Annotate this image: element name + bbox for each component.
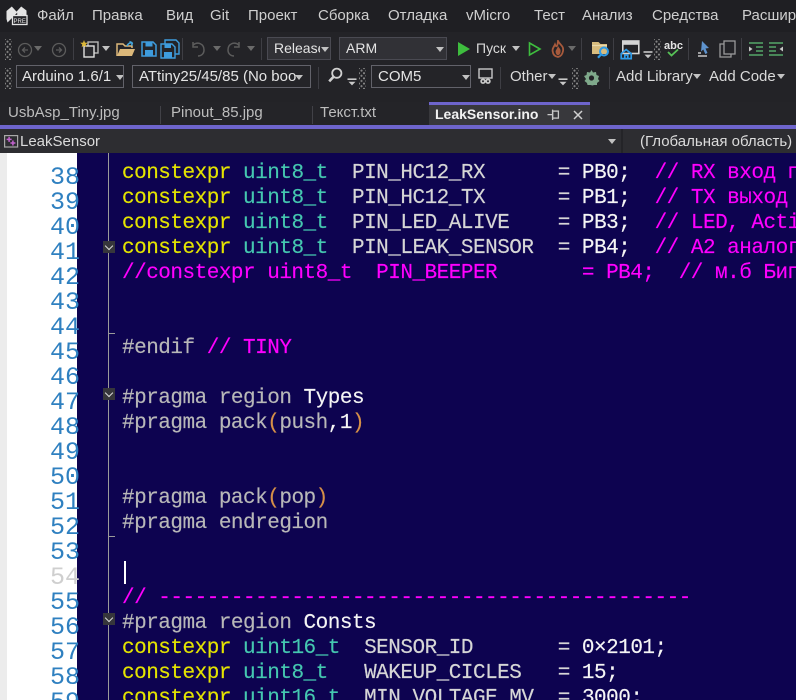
svg-text:abc: abc — [664, 40, 683, 52]
svg-text:PRE: PRE — [14, 19, 26, 25]
